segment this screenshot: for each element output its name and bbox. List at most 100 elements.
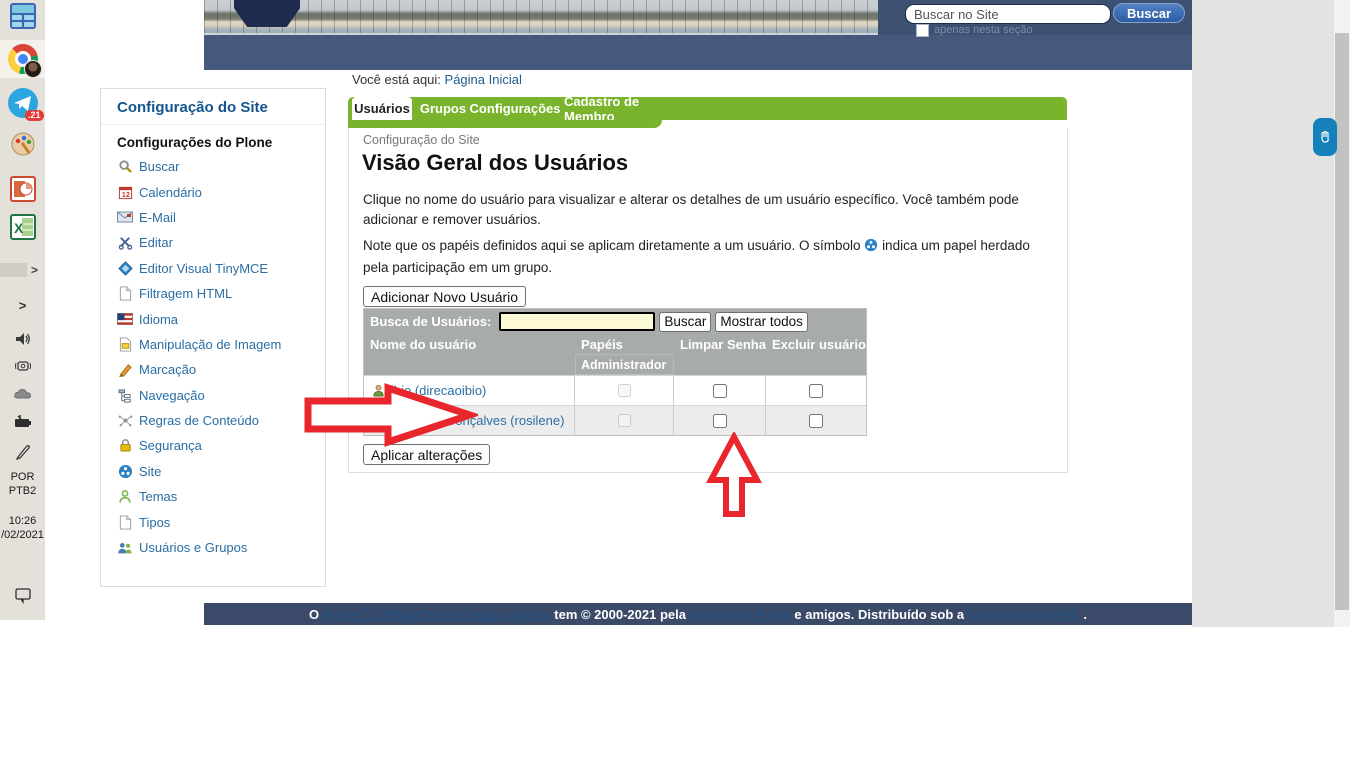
- breadcrumb-home-link[interactable]: Página Inicial: [445, 72, 522, 87]
- delete-user-checkbox[interactable]: [809, 414, 823, 428]
- extension-side-button[interactable]: [1313, 118, 1337, 156]
- sidebar-item-temas[interactable]: Temas: [117, 489, 177, 505]
- svg-text:X: X: [14, 220, 24, 236]
- tab-grupos[interactable]: Grupos: [418, 97, 468, 120]
- tray-pen[interactable]: [0, 441, 45, 463]
- tray-onedrive[interactable]: [0, 383, 45, 405]
- tray-expand-button[interactable]: >: [0, 296, 45, 314]
- settings-list: Buscar 12Calendário E-Mail Editar Editor…: [101, 152, 325, 560]
- footer-suffix: .: [1083, 607, 1087, 622]
- tab-cadastro-membro[interactable]: Cadastro de Membro: [564, 97, 688, 120]
- add-new-user-button[interactable]: Adicionar Novo Usuário: [363, 286, 526, 307]
- excel-icon: X: [10, 214, 36, 240]
- sidebar-item-imagem[interactable]: Manipulação de Imagem: [117, 336, 281, 352]
- battery-icon: [13, 415, 33, 429]
- flag-icon: [117, 311, 133, 327]
- scrollbar-thumb[interactable]: [1335, 33, 1349, 610]
- taskbar-item-excel[interactable]: X: [0, 213, 45, 241]
- profile-avatar: [24, 60, 42, 78]
- camera-icon: [14, 357, 32, 375]
- keyboard-language[interactable]: POR PTB2: [0, 470, 45, 498]
- site-logo: [234, 0, 300, 27]
- sidebar-item-label: Marcação: [139, 362, 196, 377]
- table-row: ibio (direcaoibio): [364, 375, 866, 405]
- apply-changes-button[interactable]: Aplicar alterações: [363, 444, 490, 465]
- document-icon: [117, 514, 133, 530]
- pen-icon: [14, 443, 32, 461]
- sidebar-item-label: Temas: [139, 489, 177, 504]
- email-icon: [117, 209, 133, 225]
- users-icon: [117, 540, 133, 556]
- language-line2: PTB2: [0, 484, 45, 498]
- user-search-button[interactable]: Buscar: [659, 312, 711, 332]
- browser-viewport: Buscar apenas nesta seção Você está aqui…: [45, 0, 1334, 627]
- portlet-section-title: Configurações do Plone: [101, 125, 325, 152]
- gnu-gpl-license-link[interactable]: Licença GNU GPL: [968, 607, 1079, 622]
- sidebar-item-filtragem[interactable]: Filtragem HTML: [117, 286, 232, 302]
- vertical-scrollbar[interactable]: [1334, 0, 1350, 627]
- sidebar-item-label: Idioma: [139, 312, 178, 327]
- tray-volume[interactable]: [0, 328, 45, 350]
- col-username: Nome do usuário: [364, 337, 575, 352]
- up-to-site-setup-link[interactable]: Configuração do Site: [363, 133, 480, 147]
- clear-password-checkbox[interactable]: [713, 384, 727, 398]
- show-all-button[interactable]: Mostrar todos: [715, 312, 808, 332]
- banner-photo: [204, 0, 878, 35]
- sidebar-item-tinymce[interactable]: Editor Visual TinyMCE: [117, 260, 268, 276]
- col-roles: Papéis: [575, 337, 674, 352]
- user-link[interactable]: Rosilene Gonçalves (rosilene): [391, 413, 564, 428]
- tab-configuracoes[interactable]: Configurações: [470, 97, 560, 120]
- user-search-input[interactable]: [499, 312, 655, 331]
- sidebar-item-editar[interactable]: Editar: [117, 235, 173, 251]
- taskbar-overflow-strip[interactable]: >: [0, 262, 45, 278]
- clock-time: 10:26: [0, 514, 45, 528]
- col-delete-user: Excluir usuário: [766, 337, 866, 352]
- admin-role-checkbox: [618, 384, 631, 397]
- tree-icon: [117, 387, 133, 403]
- admin-role-checkbox: [618, 414, 631, 427]
- taskbar-item-chrome[interactable]: [0, 40, 45, 78]
- sidebar-item-idioma[interactable]: Idioma: [117, 311, 178, 327]
- sidebar-item-navegacao[interactable]: Navegação: [117, 387, 205, 403]
- lock-icon: [117, 438, 133, 454]
- app-icon-tiles[interactable]: [0, 2, 45, 30]
- tray-screen-cast[interactable]: [0, 355, 45, 377]
- user-name-cell: ibio (direcaoibio): [364, 376, 575, 405]
- sidebar-item-seguranca[interactable]: Segurança: [117, 438, 202, 454]
- tray-battery[interactable]: [0, 411, 45, 433]
- tiles-icon: [10, 3, 36, 29]
- users-table-header: Busca de Usuários: Buscar Mostrar todos …: [364, 309, 866, 375]
- page-title: Visão Geral dos Usuários: [362, 150, 628, 176]
- overflow-bar: [0, 263, 27, 277]
- plone-link[interactable]: Plone®- CMS/WCM de Código Aberto: [323, 606, 550, 622]
- sidebar-item-buscar[interactable]: Buscar: [117, 159, 179, 175]
- clear-password-checkbox[interactable]: [713, 414, 727, 428]
- tab-usuarios[interactable]: Usuários: [352, 97, 412, 120]
- sidebar-item-marcacao[interactable]: Marcação: [117, 362, 196, 378]
- taskbar-item-telegram[interactable]: .21: [0, 86, 45, 120]
- taskbar-item-paint[interactable]: [0, 128, 45, 158]
- sidebar-item-email[interactable]: E-Mail: [117, 209, 176, 225]
- footer-middle: tem © 2000-2021 pela: [554, 607, 686, 622]
- taskbar-item-powerpoint[interactable]: [0, 175, 45, 203]
- plone-foundation-link[interactable]: Fundação Plone: [690, 607, 790, 622]
- note-paragraph: Note que os papéis definidos aqui se apl…: [363, 236, 1051, 277]
- role-subheader-row: Administrador: [364, 354, 866, 375]
- tray-action-center[interactable]: [0, 583, 45, 607]
- sidebar-item-calendario[interactable]: 12Calendário: [117, 184, 202, 200]
- site-search-button[interactable]: Buscar: [1113, 3, 1185, 23]
- sidebar-item-site[interactable]: Site: [117, 463, 161, 479]
- sidebar-item-tipos[interactable]: Tipos: [117, 514, 170, 530]
- user-search-row: Busca de Usuários: Buscar Mostrar todos: [364, 309, 866, 334]
- sidebar-item-regras[interactable]: Regras de Conteúdo: [117, 413, 259, 429]
- notification-icon: [14, 586, 32, 604]
- delete-user-checkbox[interactable]: [809, 384, 823, 398]
- site-search-input[interactable]: [905, 4, 1111, 24]
- note-before: Note que os papéis definidos aqui se apl…: [363, 238, 861, 253]
- section-only-checkbox[interactable]: [916, 24, 929, 37]
- plone-icon: [117, 463, 133, 479]
- cloud-icon: [13, 386, 33, 402]
- user-link[interactable]: ibio (direcaoibio): [391, 383, 486, 398]
- clock[interactable]: 10:26 /02/2021: [0, 514, 45, 542]
- sidebar-item-usuarios-grupos[interactable]: Usuários e Grupos: [117, 540, 247, 556]
